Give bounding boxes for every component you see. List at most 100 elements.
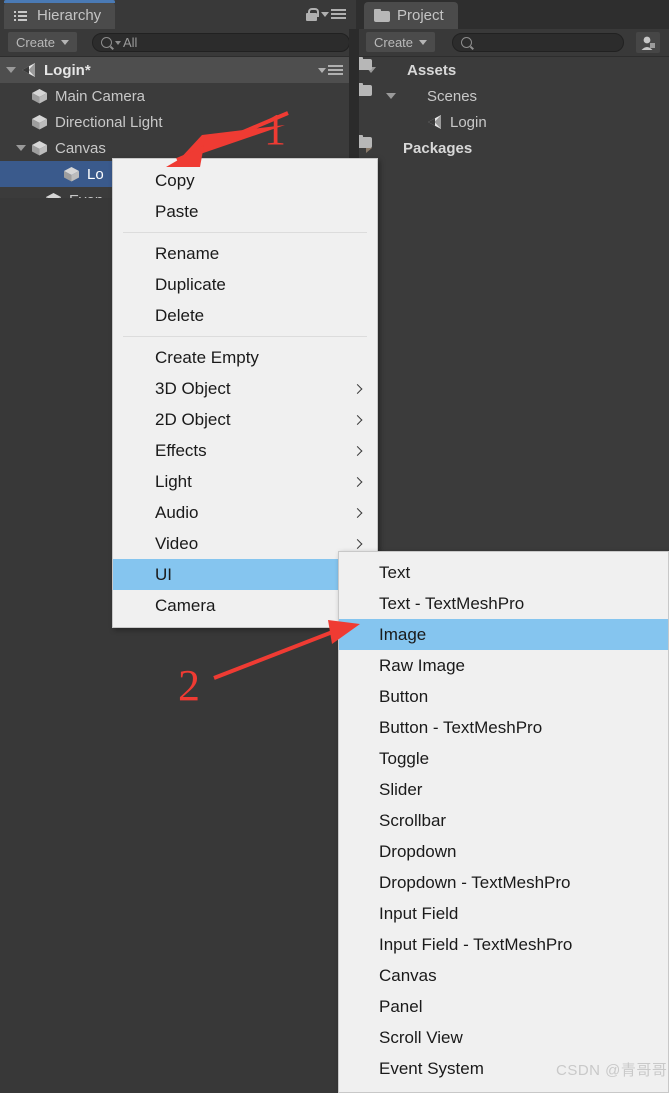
menu-item-audio[interactable]: Audio bbox=[113, 497, 377, 528]
hierarchy-item-label: Lo bbox=[87, 165, 104, 183]
lock-icon[interactable] bbox=[306, 8, 319, 21]
submenu-item-button[interactable]: Button bbox=[339, 681, 668, 712]
chevron-down-icon[interactable] bbox=[321, 12, 329, 17]
ui-submenu: Text Text - TextMeshPro Image Raw Image … bbox=[338, 551, 669, 1093]
chevron-down-icon[interactable] bbox=[16, 145, 26, 151]
submenu-item-text-textmeshpro[interactable]: Text - TextMeshPro bbox=[339, 588, 668, 619]
submenu-item-text[interactable]: Text bbox=[339, 557, 668, 588]
annotation-number-two: 2 bbox=[178, 661, 200, 710]
project-search-input[interactable] bbox=[452, 33, 624, 52]
hierarchy-search-input[interactable]: All bbox=[92, 33, 350, 52]
submenu-item-image[interactable]: Image bbox=[339, 619, 668, 650]
submenu-item-raw-image[interactable]: Raw Image bbox=[339, 650, 668, 681]
hierarchy-toolbar: Create All bbox=[0, 29, 356, 57]
menu-item-3d-object[interactable]: 3D Object bbox=[113, 373, 377, 404]
hierarchy-search-value: All bbox=[123, 35, 138, 50]
menu-item-label: 3D Object bbox=[155, 378, 231, 398]
project-create-label: Create bbox=[374, 34, 414, 50]
menu-item-delete[interactable]: Delete bbox=[113, 300, 377, 331]
hamburger-menu-icon[interactable] bbox=[331, 9, 346, 20]
submenu-item-label: Input Field bbox=[379, 903, 459, 923]
folder-icon bbox=[356, 83, 420, 104]
submenu-item-label: Scroll View bbox=[379, 1027, 463, 1047]
tab-project-label: Project bbox=[397, 7, 444, 24]
cube-icon bbox=[62, 165, 81, 183]
menu-item-paste[interactable]: Paste bbox=[113, 196, 377, 227]
search-icon bbox=[461, 37, 472, 48]
project-item-label: Scenes bbox=[427, 87, 478, 105]
tab-hierarchy[interactable]: Hierarchy bbox=[4, 0, 116, 29]
menu-item-label: Video bbox=[155, 533, 199, 553]
project-item-label: Packages bbox=[403, 139, 473, 157]
menu-item-effects[interactable]: Effects bbox=[113, 435, 377, 466]
cube-icon bbox=[30, 87, 49, 105]
menu-item-2d-object[interactable]: 2D Object bbox=[113, 404, 377, 435]
submenu-item-label: Image bbox=[379, 624, 427, 644]
hierarchy-scene-row[interactable]: Login* bbox=[0, 57, 356, 83]
folder-icon bbox=[356, 57, 400, 78]
menu-item-label: Copy bbox=[155, 170, 195, 190]
hierarchy-create-button[interactable]: Create bbox=[8, 32, 78, 52]
unity-logo-icon bbox=[424, 113, 444, 131]
submenu-item-label: Event System bbox=[379, 1058, 484, 1078]
submenu-item-scroll-view[interactable]: Scroll View bbox=[339, 1022, 668, 1053]
project-item-label: Assets bbox=[407, 61, 457, 79]
submenu-item-toggle[interactable]: Toggle bbox=[339, 743, 668, 774]
account-icon[interactable] bbox=[636, 32, 660, 53]
submenu-item-input-field-textmeshpro[interactable]: Input Field - TextMeshPro bbox=[339, 929, 668, 960]
tab-project[interactable]: Project bbox=[364, 2, 458, 29]
submenu-item-scrollbar[interactable]: Scrollbar bbox=[339, 805, 668, 836]
search-icon bbox=[101, 37, 112, 48]
menu-item-label: UI bbox=[155, 564, 172, 584]
chevron-right-icon bbox=[352, 507, 363, 518]
project-item-scenes[interactable]: Scenes bbox=[356, 83, 669, 109]
project-tree: Assets Scenes Login Packages bbox=[356, 57, 669, 169]
project-create-button[interactable]: Create bbox=[366, 32, 436, 52]
chevron-right-icon bbox=[352, 476, 363, 487]
submenu-item-panel[interactable]: Panel bbox=[339, 991, 668, 1022]
menu-item-label: Rename bbox=[155, 243, 220, 263]
submenu-item-label: Slider bbox=[379, 779, 423, 799]
menu-item-duplicate[interactable]: Duplicate bbox=[113, 269, 377, 300]
hierarchy-item-directional-light[interactable]: Directional Light bbox=[0, 109, 356, 135]
hierarchy-item-main-camera[interactable]: Main Camera bbox=[0, 83, 356, 109]
chevron-down-icon bbox=[419, 39, 428, 45]
submenu-item-input-field[interactable]: Input Field bbox=[339, 898, 668, 929]
menu-item-light[interactable]: Light bbox=[113, 466, 377, 497]
chevron-down-icon[interactable] bbox=[6, 67, 16, 73]
hierarchy-item-label: Directional Light bbox=[55, 113, 163, 131]
menu-item-label: 2D Object bbox=[155, 409, 231, 429]
hierarchy-create-label: Create bbox=[16, 34, 56, 50]
menu-item-label: Duplicate bbox=[155, 274, 226, 294]
menu-item-label: Delete bbox=[155, 305, 205, 325]
menu-item-copy[interactable]: Copy bbox=[113, 165, 377, 196]
chevron-right-icon bbox=[352, 383, 363, 394]
chevron-right-icon bbox=[352, 538, 363, 549]
menu-item-rename[interactable]: Rename bbox=[113, 238, 377, 269]
hierarchy-tabstrip: Hierarchy bbox=[0, 0, 356, 29]
hierarchy-scene-label: Login* bbox=[44, 61, 91, 79]
submenu-item-dropdown[interactable]: Dropdown bbox=[339, 836, 668, 867]
submenu-item-slider[interactable]: Slider bbox=[339, 774, 668, 805]
submenu-item-label: Button - TextMeshPro bbox=[379, 717, 543, 737]
submenu-item-canvas[interactable]: Canvas bbox=[339, 960, 668, 991]
project-item-packages[interactable]: Packages bbox=[356, 135, 669, 161]
chevron-down-icon[interactable] bbox=[386, 93, 396, 99]
menu-separator bbox=[123, 232, 367, 233]
chevron-down-icon[interactable] bbox=[318, 68, 326, 73]
submenu-item-dropdown-textmeshpro[interactable]: Dropdown - TextMeshPro bbox=[339, 867, 668, 898]
unity-logo-icon bbox=[18, 61, 38, 79]
unity-editor-window: Hierarchy Create All Login* Main Camera … bbox=[0, 0, 669, 1093]
chevron-right-icon bbox=[352, 414, 363, 425]
submenu-item-button-textmeshpro[interactable]: Button - TextMeshPro bbox=[339, 712, 668, 743]
project-item-login[interactable]: Login bbox=[356, 109, 669, 135]
hamburger-menu-icon[interactable] bbox=[328, 65, 343, 76]
watermark: CSDN @青哥哥 bbox=[556, 1062, 668, 1079]
chevron-right-icon bbox=[352, 445, 363, 456]
menu-item-create-empty[interactable]: Create Empty bbox=[113, 342, 377, 373]
submenu-item-label: Input Field - TextMeshPro bbox=[379, 934, 573, 954]
submenu-item-label: Canvas bbox=[379, 965, 437, 985]
submenu-item-label: Raw Image bbox=[379, 655, 465, 675]
project-item-assets[interactable]: Assets bbox=[356, 57, 669, 83]
folder-icon bbox=[374, 8, 390, 23]
